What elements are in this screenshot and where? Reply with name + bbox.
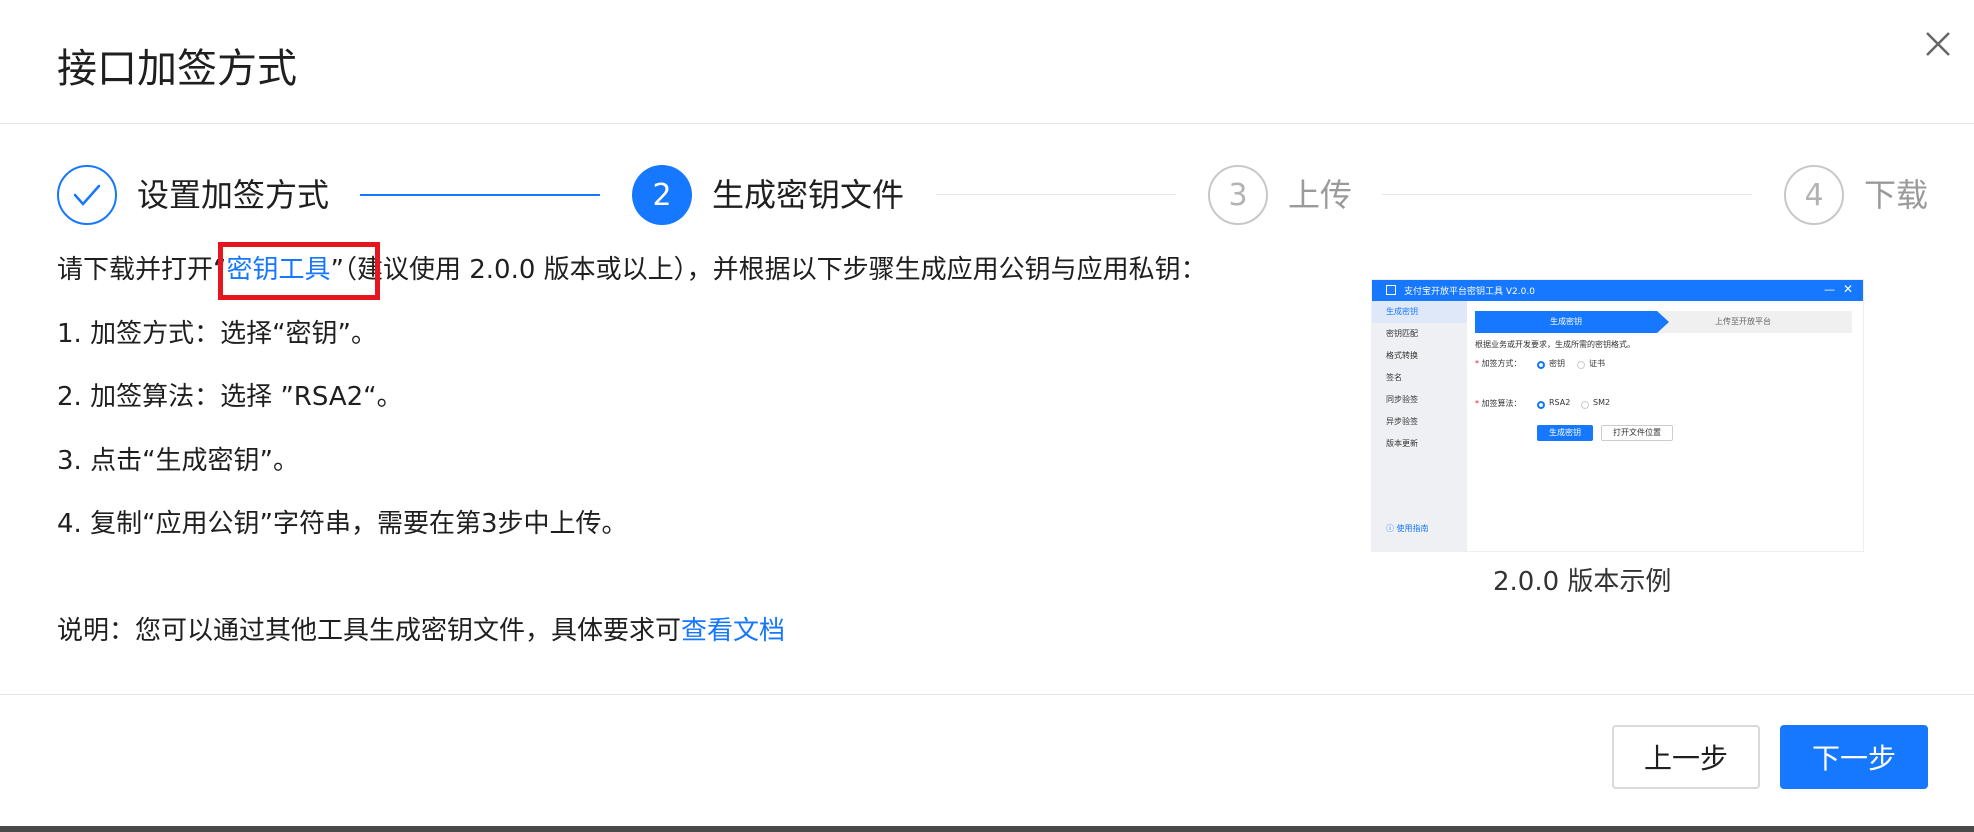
- close-button[interactable]: [1916, 22, 1960, 66]
- preview-option-rsa2: RSA2: [1549, 398, 1571, 407]
- preview-open-folder-button: 打开文件位置: [1601, 425, 1673, 441]
- dialog-header: 接口加签方式: [0, 0, 1974, 124]
- preview-tab-arrow: [1657, 311, 1669, 333]
- step-1-label: 设置加签方式: [137, 176, 330, 214]
- preview-radio-sm2: [1581, 401, 1589, 409]
- preview-option-sm2: SM2: [1593, 398, 1611, 407]
- note-line: 说明：您可以通过其他工具生成密钥文件，具体要求可查看文档: [57, 611, 785, 651]
- preview-minimize-icon: —: [1824, 283, 1835, 296]
- dialog: 接口加签方式 设置加签方式 2 生成密钥文件 3 上传 4 下载 请下载并打开“…: [0, 0, 1974, 826]
- preview-sidebar-item: 异步验签: [1386, 417, 1418, 426]
- preview-caption: 2.0.0 版本示例: [1493, 567, 1672, 597]
- preview-tabbar: 生成密钥 上传至开放平台: [1475, 311, 1852, 333]
- preview-help-icon: ⓘ: [1386, 524, 1397, 533]
- preview-help-label: 使用指南: [1396, 524, 1429, 533]
- step-connector-3: [1382, 194, 1752, 195]
- preview-tab-generate: 生成密钥: [1475, 311, 1657, 333]
- step-2-circle: 2: [632, 165, 692, 225]
- next-step-button[interactable]: 下一步: [1780, 725, 1928, 789]
- intro-prefix: 请下载并打开“: [57, 255, 227, 285]
- preview-option-cert: 证书: [1589, 359, 1605, 368]
- step-3-label: 上传: [1288, 176, 1353, 214]
- steps-bar: 设置加签方式 2 生成密钥文件 3 上传 4 下载: [0, 163, 1974, 227]
- preview-help: ⓘ 使用指南: [1386, 523, 1429, 534]
- preview-algo-label: * 加签算法：: [1475, 399, 1522, 408]
- preview-window-title: 支付宝开放平台密钥工具 V2.0.0: [1404, 287, 1535, 297]
- preview-hint: 根据业务或开发要求，生成所需的密钥格式。: [1475, 340, 1635, 349]
- close-icon: [1926, 32, 1950, 56]
- step-connector-1: [360, 194, 600, 196]
- step-4-circle: 4: [1784, 165, 1844, 225]
- tool-screenshot: 支付宝开放平台密钥工具 V2.0.0 — ✕ 生成密钥 密钥匹配 格式转换 签名…: [1371, 279, 1864, 552]
- preview-sidebar-item: 密钥匹配: [1386, 329, 1418, 338]
- preview-main: 生成密钥 上传至开放平台 根据业务或开发要求，生成所需的密钥格式。 * 加签方式…: [1467, 301, 1863, 551]
- preview-method-label-text: 加签方式：: [1481, 359, 1522, 368]
- instruction-item-2: 2. 加签算法：选择 ”RSA2“。: [57, 382, 403, 412]
- preview-sidebar-item: 格式转换: [1386, 351, 1418, 360]
- intro-suffix: ”（建议使用 2.0.0 版本或以上），并根据以下步骤生成应用公钥与应用私钥：: [330, 255, 1207, 285]
- preview-tab-upload: 上传至开放平台: [1715, 317, 1771, 326]
- preview-generate-button: 生成密钥: [1537, 425, 1593, 441]
- step-1-circle: [57, 165, 117, 225]
- preview-sidebar-item: 版本更新: [1386, 439, 1418, 448]
- step-4-label: 下载: [1864, 176, 1929, 214]
- preview-sidebar-item: 签名: [1386, 373, 1402, 382]
- prev-step-button[interactable]: 上一步: [1612, 725, 1760, 789]
- note-prefix: 说明：您可以通过其他工具生成密钥文件，具体要求可: [57, 616, 682, 646]
- preview-algo-label-text: 加签算法：: [1481, 399, 1522, 408]
- instruction-item-3: 3. 点击“生成密钥”。: [57, 446, 300, 476]
- highlight-box: [218, 242, 380, 300]
- check-icon: [73, 184, 101, 206]
- preview-sidebar-item: 同步验签: [1386, 395, 1418, 404]
- footer-divider: [0, 694, 1974, 695]
- preview-option-key: 密钥: [1549, 359, 1565, 368]
- preview-sidebar: 生成密钥 密钥匹配 格式转换 签名 同步验签 异步验签 版本更新 ⓘ 使用指南: [1372, 301, 1467, 551]
- preview-radio-key: [1537, 361, 1545, 369]
- preview-method-label: * 加签方式：: [1475, 359, 1522, 368]
- step-3-circle: 3: [1208, 165, 1268, 225]
- bottom-edge: [0, 826, 1974, 832]
- preview-close-icon: ✕: [1843, 282, 1854, 296]
- view-docs-link[interactable]: 查看文档: [681, 616, 785, 646]
- instruction-item-4: 4. 复制“应用公钥”字符串，需要在第3步中上传。: [57, 509, 628, 539]
- preview-sidebar-item: 生成密钥: [1372, 301, 1467, 323]
- step-2-label: 生成密钥文件: [712, 176, 905, 214]
- preview-app-icon: [1386, 285, 1396, 295]
- preview-radio-rsa2: [1537, 401, 1545, 409]
- preview-titlebar: 支付宝开放平台密钥工具 V2.0.0 — ✕: [1372, 280, 1863, 301]
- dialog-title: 接口加签方式: [57, 46, 297, 92]
- step-connector-2: [936, 194, 1176, 195]
- preview-radio-cert: [1577, 361, 1585, 369]
- instruction-item-1: 1. 加签方式：选择“密钥”。: [57, 319, 378, 349]
